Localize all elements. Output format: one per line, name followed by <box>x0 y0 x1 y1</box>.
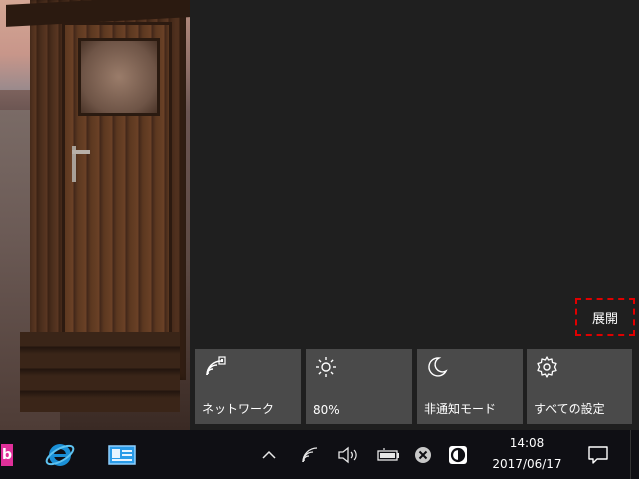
network-tile-label: ネットワーク <box>202 402 275 416</box>
taskbar-ie-button[interactable] <box>40 430 80 479</box>
card-icon <box>108 444 136 465</box>
taskbar: b 14:08 2017/06/17 <box>0 430 639 479</box>
tray-close-circle-button[interactable] <box>410 430 436 479</box>
notification-icon <box>588 445 608 464</box>
tray-network-button[interactable] <box>296 430 324 479</box>
show-hidden-icons-button[interactable] <box>256 430 282 479</box>
wallpaper-door-window <box>78 38 160 116</box>
taskbar-b-app-button[interactable]: b <box>0 430 14 479</box>
desktop-wallpaper <box>0 0 190 430</box>
all-settings-tile[interactable]: すべての設定 <box>527 349 632 424</box>
all-settings-tile-label: すべての設定 <box>534 402 605 416</box>
app-circle-icon <box>449 445 467 464</box>
quiet-hours-icon <box>428 357 448 377</box>
quiet-hours-tile-label: 非通知モード <box>424 402 497 416</box>
wallpaper-hut-steps <box>20 332 180 412</box>
expand-button[interactable]: 展開 <box>575 298 635 336</box>
tray-volume-button[interactable] <box>334 430 362 479</box>
network-tile[interactable]: ネットワーク <box>195 349 301 424</box>
brightness-icon <box>316 357 336 377</box>
battery-icon <box>377 447 399 461</box>
settings-gear-icon <box>537 356 557 378</box>
chevron-up-icon <box>262 450 276 459</box>
quiet-hours-tile[interactable]: 非通知モード <box>417 349 523 424</box>
wallpaper-door-handle <box>72 150 90 154</box>
network-icon <box>302 446 318 462</box>
brightness-tile[interactable]: 80% <box>306 349 412 424</box>
brightness-tile-label: 80% <box>313 403 340 417</box>
clock-time: 14:08 <box>509 436 545 450</box>
network-icon <box>206 356 226 376</box>
tray-battery-button[interactable] <box>374 430 404 479</box>
taskbar-clock[interactable]: 14:08 2017/06/17 <box>482 430 572 479</box>
clock-date: 2017/06/17 <box>492 457 562 471</box>
ie-icon <box>45 443 75 466</box>
b-app-icon: b <box>1 443 13 466</box>
action-center-button[interactable] <box>574 430 622 479</box>
volume-icon <box>338 446 357 463</box>
taskbar-card-app-button[interactable] <box>102 430 142 479</box>
tray-app-button[interactable] <box>445 430 471 479</box>
show-desktop-button[interactable] <box>630 430 639 479</box>
close-circle-icon <box>415 446 431 463</box>
